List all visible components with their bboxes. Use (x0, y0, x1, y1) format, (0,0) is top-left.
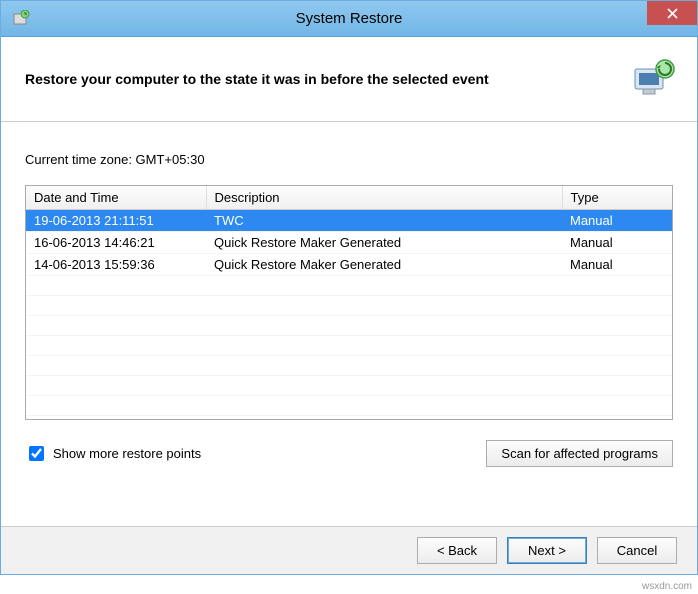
table-cell-date: 14-06-2013 15:59:36 (26, 254, 206, 276)
table-cell-desc: Quick Restore Maker Generated (206, 232, 562, 254)
table-cell-type: Manual (562, 232, 672, 254)
table-row-empty (26, 336, 672, 356)
close-icon (667, 8, 678, 19)
content-area: Current time zone: GMT+05:30 APPUALS TEC… (1, 122, 697, 479)
next-button[interactable]: Next > (507, 537, 587, 564)
table-row-empty (26, 376, 672, 396)
timezone-label: Current time zone: GMT+05:30 (25, 152, 673, 167)
titlebar: System Restore (1, 1, 697, 37)
table-cell-type: Manual (562, 254, 672, 276)
header-panel: Restore your computer to the state it wa… (1, 37, 697, 122)
close-button[interactable] (647, 1, 697, 25)
table-row-empty (26, 276, 672, 296)
app-icon (11, 9, 31, 29)
table-row-empty (26, 356, 672, 376)
table-cell-date: 19-06-2013 21:11:51 (26, 210, 206, 232)
table-cell-date: 16-06-2013 14:46:21 (26, 232, 206, 254)
show-more-checkbox-wrap[interactable]: Show more restore points (25, 443, 201, 464)
col-header-date[interactable]: Date and Time (26, 186, 206, 210)
show-more-label: Show more restore points (53, 446, 201, 461)
col-header-description[interactable]: Description (206, 186, 562, 210)
scan-affected-button[interactable]: Scan for affected programs (486, 440, 673, 467)
table-cell-desc: Quick Restore Maker Generated (206, 254, 562, 276)
table-row-empty (26, 396, 672, 416)
attribution-text: wsxdn.com (642, 581, 692, 592)
table-header-row: Date and Time Description Type (26, 186, 672, 210)
below-table-row: Show more restore points Scan for affect… (25, 440, 673, 467)
table-cell-desc: TWC (206, 210, 562, 232)
table-row[interactable]: 14-06-2013 15:59:36Quick Restore Maker G… (26, 254, 672, 276)
table-row[interactable]: 19-06-2013 21:11:51TWCManual (26, 210, 672, 232)
restore-points-table[interactable]: APPUALS TECH HOW-TO'S FROM THE EXPERTS D… (25, 185, 673, 420)
col-header-type[interactable]: Type (562, 186, 672, 210)
window-title: System Restore (296, 10, 403, 27)
table-row-empty (26, 316, 672, 336)
table-cell-type: Manual (562, 210, 672, 232)
system-restore-window: System Restore Restore your computer to … (0, 0, 698, 575)
restore-header-icon (629, 55, 677, 103)
cancel-button[interactable]: Cancel (597, 537, 677, 564)
wizard-footer: < Back Next > Cancel (1, 526, 697, 574)
header-heading: Restore your computer to the state it wa… (25, 71, 489, 87)
table-row-empty (26, 296, 672, 316)
back-button[interactable]: < Back (417, 537, 497, 564)
table-row[interactable]: 16-06-2013 14:46:21Quick Restore Maker G… (26, 232, 672, 254)
show-more-checkbox[interactable] (29, 446, 44, 461)
